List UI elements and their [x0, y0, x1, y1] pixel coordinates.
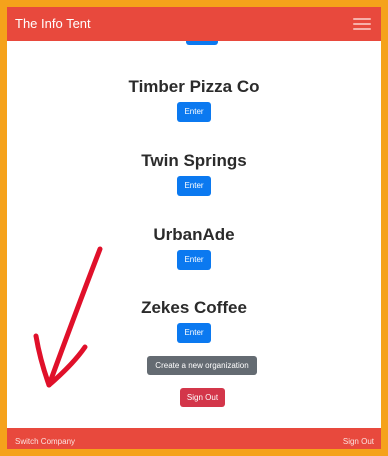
- org-name: UrbanAde: [153, 225, 235, 244]
- enter-button-partial[interactable]: [186, 41, 218, 45]
- enter-button[interactable]: Enter: [177, 250, 211, 270]
- org-name: Zekes Coffee: [141, 298, 247, 317]
- enter-button[interactable]: Enter: [177, 323, 211, 343]
- enter-button[interactable]: Enter: [177, 102, 211, 122]
- app-frame: The Info Tent Timber Pizza Co Enter Twin…: [0, 0, 388, 456]
- org-name: Timber Pizza Co: [128, 77, 260, 96]
- org-card: UrbanAde Enter: [7, 225, 381, 270]
- footer-sign-out-link[interactable]: Sign Out: [343, 437, 374, 446]
- org-card: Twin Springs Enter: [7, 151, 381, 196]
- top-navbar: The Info Tent: [7, 7, 381, 41]
- bottom-footer-bar: Switch Company Sign Out: [7, 428, 381, 449]
- brand-title[interactable]: The Info Tent: [15, 16, 91, 31]
- hamburger-menu-icon[interactable]: [353, 16, 371, 32]
- org-card: Timber Pizza Co Enter: [7, 77, 381, 122]
- create-organization-button[interactable]: Create a new organization: [147, 356, 257, 375]
- enter-button[interactable]: Enter: [177, 176, 211, 196]
- org-card: Zekes Coffee Enter: [7, 298, 381, 343]
- arrow-head: [33, 333, 88, 388]
- org-name: Twin Springs: [141, 151, 247, 170]
- sign-out-button[interactable]: Sign Out: [180, 388, 225, 407]
- switch-company-link[interactable]: Switch Company: [15, 437, 75, 446]
